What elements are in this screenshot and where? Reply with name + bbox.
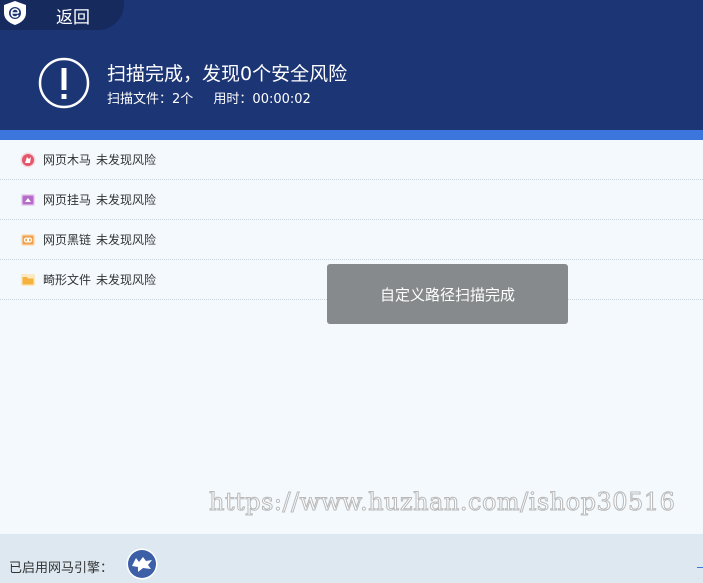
item-name: 网页黑链 xyxy=(43,233,92,247)
folder-icon xyxy=(21,273,35,286)
item-status: 未发现风险 xyxy=(96,273,157,287)
black-link-icon xyxy=(21,233,35,246)
engine-wolf-icon[interactable] xyxy=(126,548,158,580)
item-name: 网页挂马 xyxy=(43,193,92,207)
scan-complete-toast: 自定义路径扫描完成 xyxy=(327,264,568,324)
engine-label: 已启用网马引擎： xyxy=(9,561,114,576)
app-shield-logo-icon xyxy=(4,1,26,25)
elapsed-time: 用时：00:00:02 xyxy=(213,92,311,107)
back-label: 返回 xyxy=(56,8,90,28)
alert-icon xyxy=(38,57,90,109)
item-status: 未发现风险 xyxy=(96,233,157,247)
watermark-text: https://www.huzhan.com/ishop30516 xyxy=(208,488,676,517)
list-item-trojan: 网页木马 未发现风险 xyxy=(0,140,703,180)
item-status: 未发现风险 xyxy=(96,153,157,167)
header: 返回 扫描完成，发现0个安全风险 扫描文件：2个 用时：00:00:02 xyxy=(0,0,703,130)
item-name: 畸形文件 xyxy=(43,273,92,287)
files-scanned: 扫描文件：2个 xyxy=(107,92,194,107)
list-item-hang-horse: 网页挂马 未发现风险 xyxy=(0,180,703,220)
back-button[interactable]: 返回 xyxy=(0,0,124,30)
item-name: 网页木马 xyxy=(43,153,92,167)
accent-bar xyxy=(0,130,703,140)
list-item-black-link: 网页黑链 未发现风险 xyxy=(0,220,703,260)
scan-meta: 扫描文件：2个 用时：00:00:02 xyxy=(107,88,311,107)
trojan-icon xyxy=(20,152,36,167)
footer: 已启用网马引擎： xyxy=(0,534,703,583)
footer-edge-link[interactable] xyxy=(697,567,703,568)
scan-result-title: 扫描完成，发现0个安全风险 xyxy=(107,63,348,85)
hang-horse-icon xyxy=(21,193,35,206)
item-status: 未发现风险 xyxy=(96,193,157,207)
